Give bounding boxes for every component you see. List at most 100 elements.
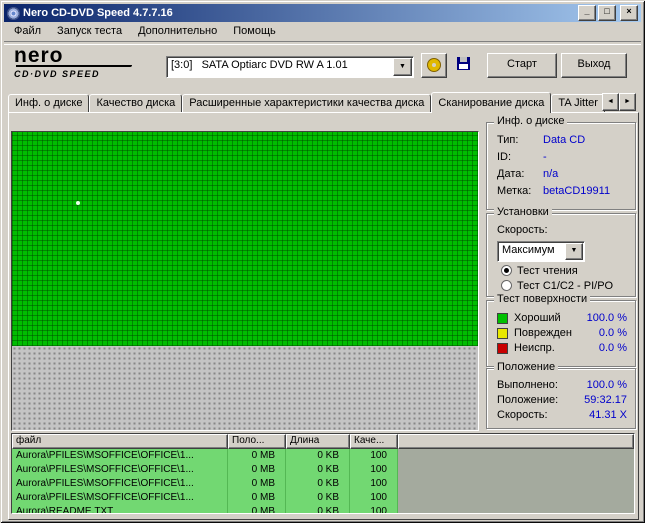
menu-item-help[interactable]: Помощь (225, 23, 284, 41)
speed-readout-label: Скорость: (497, 409, 548, 421)
options-gear-icon (427, 58, 441, 72)
radio-read-test-label: Тест чтения (517, 264, 578, 277)
file-position-cell: 0 MB (228, 491, 286, 505)
file-name-cell: Aurora\PFILES\MSOFFICE\OFFICE\1... (12, 477, 228, 491)
file-row[interactable]: Aurora\PFILES\MSOFFICE\OFFICE\1... 0 MB … (12, 463, 634, 477)
speed-select[interactable]: Максимум ▼ (497, 241, 585, 262)
radio-c1c2-test-circle-icon[interactable] (501, 280, 512, 291)
start-button[interactable]: Старт (487, 53, 557, 78)
exit-button[interactable]: Выход (561, 53, 627, 78)
disc-date-value: n/a (543, 168, 559, 180)
file-name-cell: Aurora\README.TXT (12, 505, 228, 513)
speed-label: Скорость: (497, 224, 548, 236)
file-length-cell: 0 KB (286, 449, 350, 463)
radio-c1c2-test-label: Тест C1/C2 - PI/PO (517, 279, 614, 292)
file-length-cell: 0 KB (286, 491, 350, 505)
file-quality-cell: 100 (350, 505, 398, 513)
drive-select[interactable]: [3:0] SATA Optiarc DVD RW A 1.01 ▼ (166, 56, 414, 78)
surface-map-defect-dot (76, 201, 80, 205)
header-file[interactable]: файл (12, 434, 228, 449)
disc-info-group: Инф. о диске Тип: Data CD ID: - Дата: n/a М… (486, 115, 636, 210)
done-value: 100.0 % (586, 379, 627, 391)
nero-logo-subtitle: CD·DVD SPEED (14, 69, 101, 79)
disc-label-label: Метка: (497, 185, 532, 197)
header-position[interactable]: Поло... (228, 434, 286, 449)
window-controls: _ □ × (578, 5, 638, 21)
file-length-cell: 0 KB (286, 477, 350, 491)
disc-id-value: - (543, 151, 547, 163)
file-quality-cell: 100 (350, 449, 398, 463)
damaged-swatch-icon (497, 327, 508, 339)
header-length[interactable]: Длина (286, 434, 350, 449)
disc-date-label: Дата: (497, 168, 525, 180)
menu-item-run-test[interactable]: Запуск теста (49, 23, 130, 41)
drive-select-arrow-icon[interactable]: ▼ (393, 58, 412, 76)
window-title: Nero CD-DVD Speed 4.7.7.16 (23, 7, 173, 19)
good-label: Хороший (514, 312, 561, 324)
done-label: Выполнено: (497, 379, 558, 391)
file-name-cell: Aurora\PFILES\MSOFFICE\OFFICE\1... (12, 449, 228, 463)
unreadable-percent: 0.0 % (598, 342, 627, 354)
close-button[interactable]: × (620, 5, 638, 21)
tab-scroll-buttons: ◄ ► (602, 93, 636, 111)
file-name-cell: Aurora\PFILES\MSOFFICE\OFFICE\1... (12, 491, 228, 505)
header-quality[interactable]: Каче... (350, 434, 398, 449)
tab-scroll-right-icon[interactable]: ► (619, 93, 636, 111)
file-name-cell: Aurora\PFILES\MSOFFICE\OFFICE\1... (12, 463, 228, 477)
surface-test-group: Тест поверхности Хороший 100.0 % Поврежд… (486, 293, 636, 367)
file-length-cell: 0 KB (286, 463, 350, 477)
header-filler (398, 434, 634, 449)
disc-label-value: betaCD19911 (543, 185, 611, 197)
position-group: Положение Выполнено: 100.0 % Положение: … (486, 361, 636, 429)
save-button[interactable] (451, 53, 475, 76)
tab-advanced-quality[interactable]: Расширенные характеристики качества диск… (182, 94, 432, 113)
file-row[interactable]: Aurora\README.TXT 0 MB 0 KB 100 (12, 505, 634, 513)
app-window: Nero CD-DVD Speed 4.7.7.16 _ □ × Файл За… (0, 0, 645, 523)
disc-type-label: Тип: (497, 134, 519, 146)
file-length-cell: 0 KB (286, 505, 350, 513)
drive-select-value: [3:0] SATA Optiarc DVD RW A 1.01 (171, 59, 348, 71)
file-quality-cell: 100 (350, 477, 398, 491)
file-row[interactable]: Aurora\PFILES\MSOFFICE\OFFICE\1... 0 MB … (12, 491, 634, 505)
minimize-button[interactable]: _ (578, 5, 596, 21)
radio-c1c2-test[interactable]: Тест C1/C2 - PI/PO (501, 279, 613, 292)
speed-select-arrow-icon[interactable]: ▼ (565, 243, 583, 260)
file-row[interactable]: Aurora\PFILES\MSOFFICE\OFFICE\1... 0 MB … (12, 449, 634, 463)
file-row[interactable]: Aurora\PFILES\MSOFFICE\OFFICE\1... 0 MB … (12, 477, 634, 491)
options-button[interactable] (421, 53, 447, 78)
damaged-label: Поврежден (514, 327, 572, 339)
surface-map-scanned-area (12, 132, 478, 346)
maximize-button[interactable]: □ (598, 5, 616, 21)
save-floppy-icon (456, 57, 470, 70)
tab-ta-jitter[interactable]: TA Jitter (551, 94, 605, 113)
file-position-cell: 0 MB (228, 463, 286, 477)
unreadable-label: Неиспр. (514, 342, 555, 354)
good-swatch-icon (497, 312, 508, 324)
speed-readout-value: 41.31 X (589, 409, 627, 421)
unreadable-swatch-icon (497, 342, 508, 354)
position-label: Положение: (497, 394, 559, 406)
surface-test-group-title: Тест поверхности (494, 293, 591, 305)
tab-bar: Инф. о диске Качество диска Расширенные … (8, 92, 637, 113)
tab-disc-info[interactable]: Инф. о диске (8, 94, 90, 113)
file-quality-cell: 100 (350, 491, 398, 505)
good-percent: 100.0 % (586, 312, 627, 324)
tab-disc-quality[interactable]: Качество диска (89, 94, 183, 113)
menu-bar: Файл Запуск теста Дополнительно Помощь (6, 23, 284, 41)
settings-group: Установки Скорость: Максимум ▼ Тест чтен… (486, 206, 636, 297)
menu-item-extras[interactable]: Дополнительно (130, 23, 225, 41)
file-table-header: файл Поло... Длина Каче... (12, 434, 634, 449)
tab-scroll-left-icon[interactable]: ◄ (602, 93, 619, 111)
position-group-title: Положение (494, 361, 559, 373)
tab-scandisc[interactable]: Сканирование диска (431, 92, 552, 113)
menu-item-file[interactable]: Файл (6, 23, 49, 41)
app-icon (7, 6, 20, 20)
file-table: файл Поло... Длина Каче... Aurora\PFILES… (11, 433, 635, 514)
file-quality-cell: 100 (350, 463, 398, 477)
disc-id-label: ID: (497, 151, 512, 163)
surface-map-unscanned-area (12, 346, 478, 430)
radio-read-test-circle-icon[interactable] (501, 265, 512, 276)
position-value: 59:32.17 (584, 394, 627, 406)
damaged-percent: 0.0 % (598, 327, 627, 339)
radio-read-test[interactable]: Тест чтения (501, 264, 578, 277)
